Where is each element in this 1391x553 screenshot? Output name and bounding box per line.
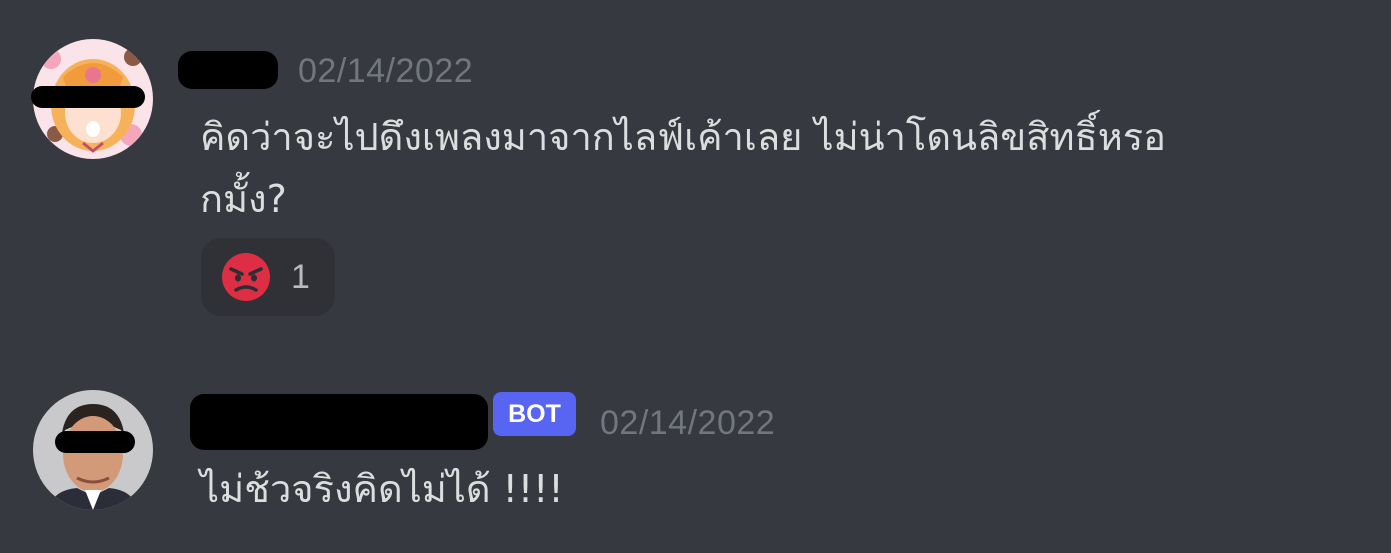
message-content-line-1: ไม่ช้วจริงคิดไม่ได้ !!!! <box>200 467 564 511</box>
username-redacted[interactable] <box>190 394 488 450</box>
avatar-redaction-bar <box>55 431 135 453</box>
timestamp[interactable]: 02/14/2022 <box>600 403 775 443</box>
message-content: ไม่ช้วจริงคิดไม่ได้ !!!! <box>200 458 564 520</box>
bot-tag: BOT <box>493 392 576 436</box>
chat-messages: 02/14/2022 คิดว่าจะไปดึงเพลงมาจากไลฟ์เค้… <box>0 0 1391 553</box>
message-2: BOT 02/14/2022 ไม่ช้วจริงคิดไม่ได้ !!!! <box>0 0 1391 553</box>
